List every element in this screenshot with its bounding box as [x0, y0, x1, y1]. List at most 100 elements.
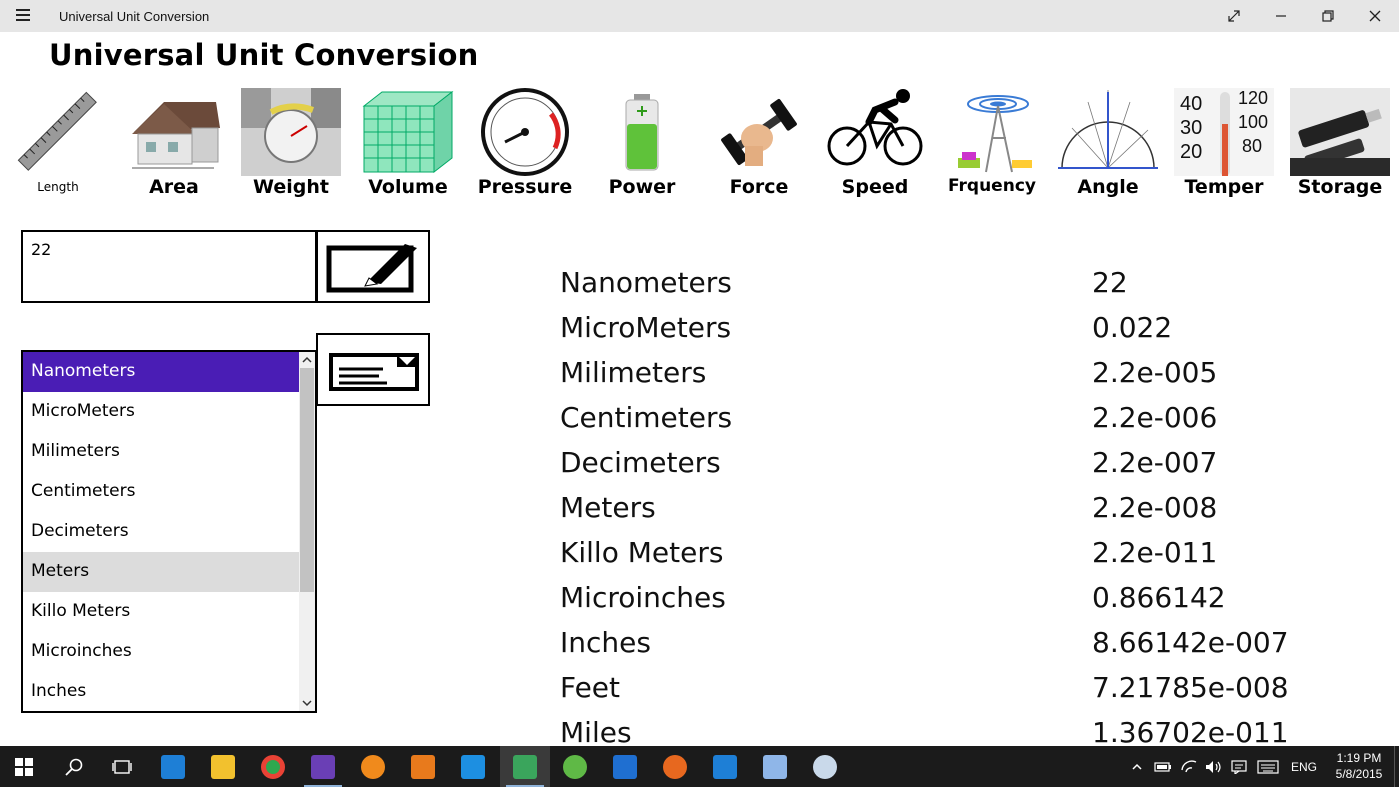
- taskbar-firefox[interactable]: [650, 746, 700, 787]
- category-force[interactable]: Force: [703, 88, 815, 204]
- volume-icon[interactable]: [1202, 746, 1224, 787]
- list-item-decimeters[interactable]: Decimeters: [23, 512, 301, 552]
- result-row: Inches 8.66142e-007: [560, 622, 1320, 667]
- result-value: 2.2e-006: [1092, 401, 1218, 434]
- taskbar-ie[interactable]: [148, 746, 198, 787]
- scroll-up-icon[interactable]: [299, 352, 315, 368]
- taskbar-utorrent[interactable]: [550, 746, 600, 787]
- result-value: 2.2e-005: [1092, 356, 1218, 389]
- result-row: Meters 2.2e-008: [560, 487, 1320, 532]
- list-item-killo-meters[interactable]: Killo Meters: [23, 592, 301, 632]
- ie-icon: [161, 754, 185, 779]
- hamburger-menu-icon[interactable]: [16, 9, 30, 21]
- category-volume[interactable]: Volume: [352, 88, 464, 204]
- category-area[interactable]: Area: [118, 88, 230, 204]
- category-storage[interactable]: Storage: [1284, 88, 1396, 204]
- minimize-button[interactable]: [1258, 0, 1304, 32]
- protractor-icon: [1058, 90, 1158, 169]
- language-indicator[interactable]: ENG: [1287, 746, 1321, 787]
- taskbar-store[interactable]: [700, 746, 750, 787]
- dumbbell-icon: [721, 99, 797, 166]
- result-value: 0.866142: [1092, 581, 1226, 614]
- restore-button[interactable]: [1305, 0, 1351, 32]
- result-unit: Feet: [560, 671, 621, 704]
- fullscreen-button[interactable]: [1211, 0, 1257, 32]
- notifications-icon[interactable]: [1228, 746, 1250, 787]
- cube-icon: [362, 90, 454, 174]
- keyboard-icon[interactable]: [1254, 746, 1282, 787]
- title-bar: Universal Unit Conversion: [0, 0, 1399, 32]
- clock-time: 1:19 PM: [1336, 751, 1382, 765]
- category-label: Temper: [1184, 176, 1264, 198]
- start-button[interactable]: [0, 746, 48, 787]
- taskbar-paint[interactable]: [800, 746, 850, 787]
- category-length[interactable]: Length: [2, 88, 114, 204]
- mail-icon: [613, 754, 637, 779]
- result-unit: Miles: [560, 716, 632, 746]
- list-item-meters[interactable]: Meters: [23, 552, 301, 592]
- tray-overflow-icon[interactable]: [1128, 746, 1146, 787]
- category-label: Power: [608, 176, 676, 198]
- paint-icon: [813, 754, 837, 779]
- usb-drive-icon: [1290, 88, 1390, 176]
- result-row: Centimeters 2.2e-006: [560, 397, 1320, 442]
- value-input[interactable]: 22: [21, 230, 317, 303]
- scrollbar-thumb[interactable]: [300, 368, 314, 592]
- result-row: MicroMeters 0.022: [560, 307, 1320, 352]
- result-unit: Milimeters: [560, 356, 707, 389]
- photo-icon: [763, 754, 787, 779]
- show-desktop-button[interactable]: [1394, 746, 1399, 787]
- list-item-micrometers[interactable]: MicroMeters: [23, 392, 301, 432]
- list-item-nanometers[interactable]: Nanometers: [23, 352, 301, 392]
- media-player-icon: [411, 754, 435, 779]
- taskbar-media-player[interactable]: [398, 746, 448, 787]
- minimize-icon: [1276, 15, 1286, 17]
- category-temperature[interactable]: 40 30 20 120 100 80 Temper: [1168, 88, 1280, 204]
- unit-list[interactable]: Nanometers MicroMeters Milimeters Centim…: [21, 350, 317, 713]
- taskbar-app[interactable]: [348, 746, 398, 787]
- list-item-inches[interactable]: Inches: [23, 672, 301, 711]
- utorrent-icon: [563, 754, 587, 779]
- category-pressure[interactable]: Pressure: [469, 88, 581, 204]
- battery-icon: [625, 94, 659, 171]
- category-frequency[interactable]: Frquency: [936, 88, 1048, 204]
- category-weight[interactable]: Weight: [235, 88, 347, 204]
- category-speed[interactable]: Speed: [819, 88, 931, 204]
- system-clock[interactable]: 1:19 PM 5/8/2015: [1330, 750, 1388, 782]
- list-item-microinches[interactable]: Microinches: [23, 632, 301, 672]
- list-item-milimeters[interactable]: Milimeters: [23, 432, 301, 472]
- taskbar-mail[interactable]: [600, 746, 650, 787]
- page-title: Universal Unit Conversion: [49, 38, 479, 72]
- result-value: 22: [1092, 266, 1128, 299]
- category-label: Area: [149, 176, 199, 198]
- windows-logo-icon: [15, 757, 33, 776]
- close-button[interactable]: [1352, 0, 1398, 32]
- wifi-icon[interactable]: [1178, 746, 1200, 787]
- result-unit: Meters: [560, 491, 656, 524]
- search-button[interactable]: [50, 746, 98, 787]
- battery-status-icon[interactable]: [1152, 746, 1174, 787]
- unit-converter-icon: [513, 754, 537, 779]
- category-angle[interactable]: Angle: [1052, 88, 1164, 204]
- result-value: 2.2e-008: [1092, 491, 1218, 524]
- list-item-centimeters[interactable]: Centimeters: [23, 472, 301, 512]
- taskbar-music[interactable]: [448, 746, 498, 787]
- category-power[interactable]: Power: [586, 88, 698, 204]
- taskbar-chrome[interactable]: [248, 746, 298, 787]
- taskbar-unit-converter[interactable]: [500, 746, 550, 787]
- scale-icon: [241, 88, 341, 176]
- scroll-down-icon[interactable]: [299, 695, 315, 711]
- edit-button[interactable]: [316, 230, 430, 303]
- taskbar-visual-studio[interactable]: [298, 746, 348, 787]
- list-scrollbar[interactable]: [299, 352, 315, 711]
- conversion-results: Nanometers 22 MicroMeters 0.022 Milimeters…: [560, 262, 1320, 746]
- taskbar-file-explorer[interactable]: [198, 746, 248, 787]
- close-icon: [1369, 10, 1381, 22]
- taskbar-photo[interactable]: [750, 746, 800, 787]
- task-view-button[interactable]: [98, 746, 146, 787]
- task-view-icon: [112, 759, 132, 774]
- result-row: Decimeters 2.2e-007: [560, 442, 1320, 487]
- result-unit: Decimeters: [560, 446, 721, 479]
- category-label: Weight: [253, 176, 329, 198]
- select-unit-button[interactable]: [316, 333, 430, 406]
